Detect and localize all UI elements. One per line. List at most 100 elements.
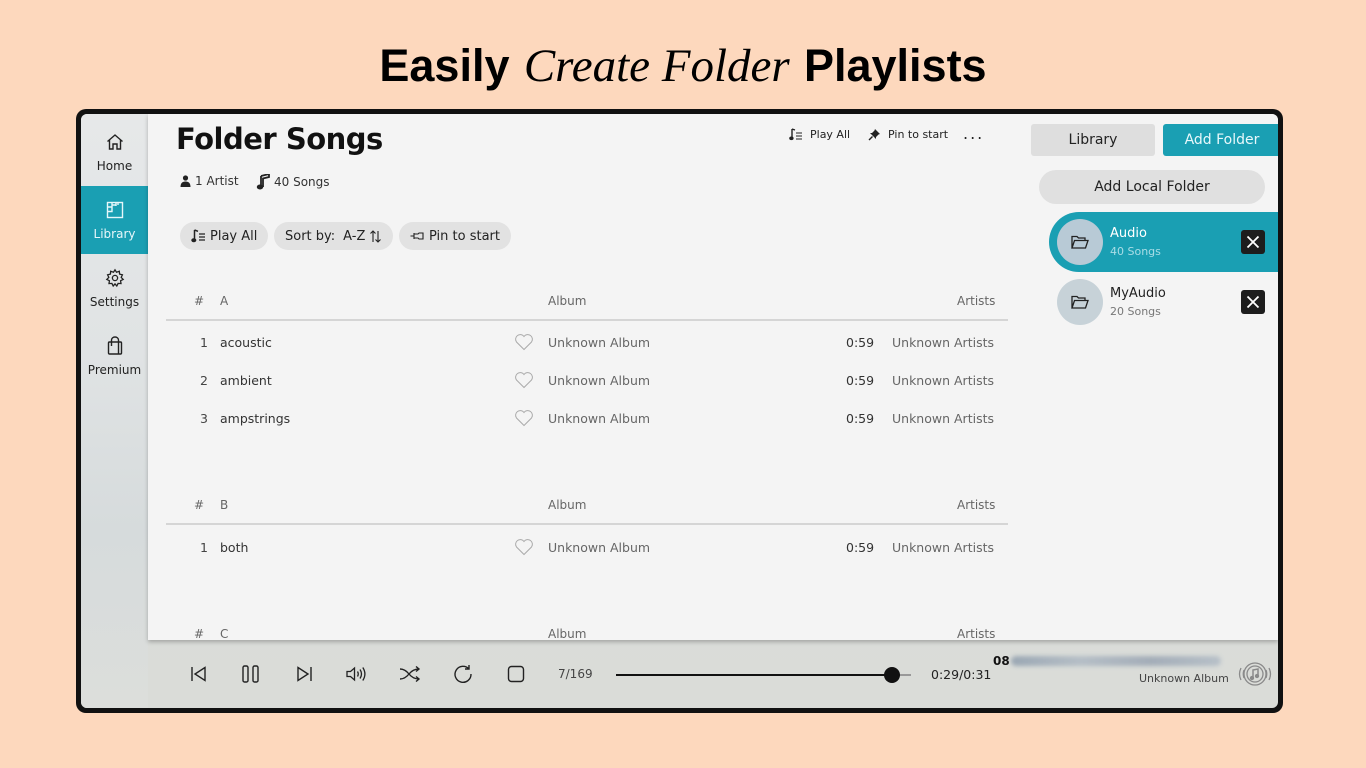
next-button[interactable] — [293, 663, 315, 685]
stop-button[interactable] — [505, 663, 527, 685]
now-playing-artwork-icon[interactable] — [1237, 659, 1273, 689]
song-row[interactable]: 3 ampstrings Unknown Album 0:59 Unknown … — [166, 400, 1008, 438]
pause-button[interactable] — [240, 663, 262, 685]
folder-name: MyAudio — [1110, 286, 1166, 301]
song-album: Unknown Album — [548, 540, 651, 555]
folder-open-icon — [1071, 295, 1089, 309]
remove-folder-button[interactable] — [1241, 290, 1265, 314]
pin-to-start-button[interactable]: Pin to start — [399, 222, 511, 250]
tab-library[interactable]: Library — [1031, 124, 1155, 156]
seek-thumb[interactable] — [883, 667, 900, 683]
sidebar: Home Library Settings Premium — [81, 114, 148, 708]
stop-icon — [507, 665, 525, 683]
header-divider — [166, 523, 1008, 525]
group-letter-header[interactable]: C — [220, 627, 228, 641]
sort-by-dropdown[interactable]: Sort by: A-Z — [274, 222, 394, 250]
column-header-number: # — [194, 498, 205, 512]
folder-song-count: 20 Songs — [1110, 305, 1161, 318]
top-play-all-button[interactable]: Play All — [789, 128, 850, 141]
song-row[interactable]: 2 ambient Unknown Album 0:59 Unknown Art… — [166, 362, 1008, 400]
column-header-artists[interactable]: Artists — [957, 294, 995, 308]
remove-folder-button[interactable] — [1241, 230, 1265, 254]
column-header-number: # — [194, 294, 205, 308]
promo-banner: Easily Create Folder Playlists — [0, 38, 1366, 94]
play-all-button[interactable]: Play All — [180, 222, 269, 250]
folder-item-myaudio[interactable]: MyAudio 20 Songs — [1049, 272, 1278, 332]
sidebar-item-label: Library — [93, 227, 136, 241]
folder-avatar — [1057, 279, 1103, 325]
song-duration: 0:59 — [846, 540, 875, 555]
seek-fill — [616, 674, 892, 676]
repeat-icon — [454, 665, 472, 683]
song-row[interactable]: 1 both Unknown Album 0:59 Unknown Artist… — [166, 529, 1008, 567]
song-number: 1 — [200, 335, 208, 350]
playback-time: 0:29/0:31 — [931, 667, 992, 682]
sidebar-item-label: Home — [96, 159, 133, 173]
song-count: 40 Songs — [256, 174, 330, 190]
song-artist: Unknown Artists — [892, 335, 994, 350]
music-note-icon — [256, 174, 270, 190]
top-pin-to-start-button[interactable]: Pin to start — [868, 128, 948, 141]
group-letter-header[interactable]: A — [220, 294, 228, 308]
folder-song-count: 40 Songs — [1110, 245, 1161, 258]
heart-icon[interactable] — [514, 371, 534, 389]
folder-name: Audio — [1110, 226, 1147, 241]
more-icon: ... — [963, 124, 985, 143]
sidebar-item-premium[interactable]: Premium — [81, 322, 148, 390]
sidebar-item-label: Settings — [89, 295, 140, 309]
artist-count: 1 Artist — [180, 174, 239, 188]
add-local-folder-button[interactable]: Add Local Folder — [1039, 170, 1265, 204]
banner-text-easily: Easily — [379, 40, 510, 91]
shuffle-button[interactable] — [399, 663, 421, 685]
sidebar-item-library[interactable]: Library — [81, 186, 148, 254]
home-icon — [104, 131, 126, 153]
now-playing-track-number: 08 — [993, 654, 1010, 668]
skip-previous-icon — [191, 666, 206, 682]
sidebar-item-settings[interactable]: Settings — [81, 254, 148, 322]
gear-icon — [104, 267, 126, 289]
song-album: Unknown Album — [548, 373, 651, 388]
playlist-play-icon — [191, 229, 205, 243]
song-title: ambient — [220, 373, 272, 388]
tab-add-folder[interactable]: Add Folder — [1163, 124, 1278, 156]
repeat-button[interactable] — [452, 663, 474, 685]
shopping-bag-icon — [104, 335, 126, 357]
now-playing-title-blurred — [1011, 656, 1221, 666]
song-duration: 0:59 — [846, 373, 875, 388]
song-number: 2 — [200, 373, 208, 388]
heart-icon[interactable] — [514, 538, 534, 556]
column-header-artists[interactable]: Artists — [957, 627, 995, 641]
shuffle-icon — [399, 666, 421, 682]
volume-button[interactable] — [346, 663, 368, 685]
column-header-album[interactable]: Album — [548, 294, 586, 308]
song-row[interactable]: 1 acoustic Unknown Album 0:59 Unknown Ar… — [166, 324, 1008, 362]
column-header-album[interactable]: Album — [548, 498, 586, 512]
song-title: acoustic — [220, 335, 272, 350]
heart-icon[interactable] — [514, 409, 534, 427]
person-icon — [180, 175, 191, 187]
column-header-artists[interactable]: Artists — [957, 498, 995, 512]
column-header-album[interactable]: Album — [548, 627, 586, 641]
device-frame: Home Library Settings Premium Folder Son… — [76, 109, 1283, 713]
now-playing-album: Unknown Album — [1139, 672, 1229, 685]
song-album: Unknown Album — [548, 411, 651, 426]
folder-open-icon — [1071, 235, 1089, 249]
pin-icon — [868, 129, 880, 141]
heart-icon[interactable] — [514, 333, 534, 351]
sidebar-item-home[interactable]: Home — [81, 118, 148, 186]
page-title: Folder Songs — [176, 122, 383, 156]
pause-icon — [242, 665, 259, 683]
banner-text-create-folder: Create Folder — [523, 40, 790, 92]
song-album: Unknown Album — [548, 335, 651, 350]
song-duration: 0:59 — [846, 411, 875, 426]
song-title: ampstrings — [220, 411, 291, 426]
previous-button[interactable] — [188, 663, 210, 685]
pin-icon — [410, 232, 424, 240]
seek-slider[interactable] — [616, 667, 911, 683]
more-options-button[interactable]: ... — [963, 124, 984, 143]
close-icon — [1246, 235, 1260, 249]
folder-item-audio[interactable]: Audio 40 Songs — [1049, 212, 1278, 272]
group-letter-header[interactable]: B — [220, 498, 228, 512]
column-header-number: # — [194, 627, 205, 641]
app-window: Home Library Settings Premium Folder Son… — [81, 114, 1278, 708]
